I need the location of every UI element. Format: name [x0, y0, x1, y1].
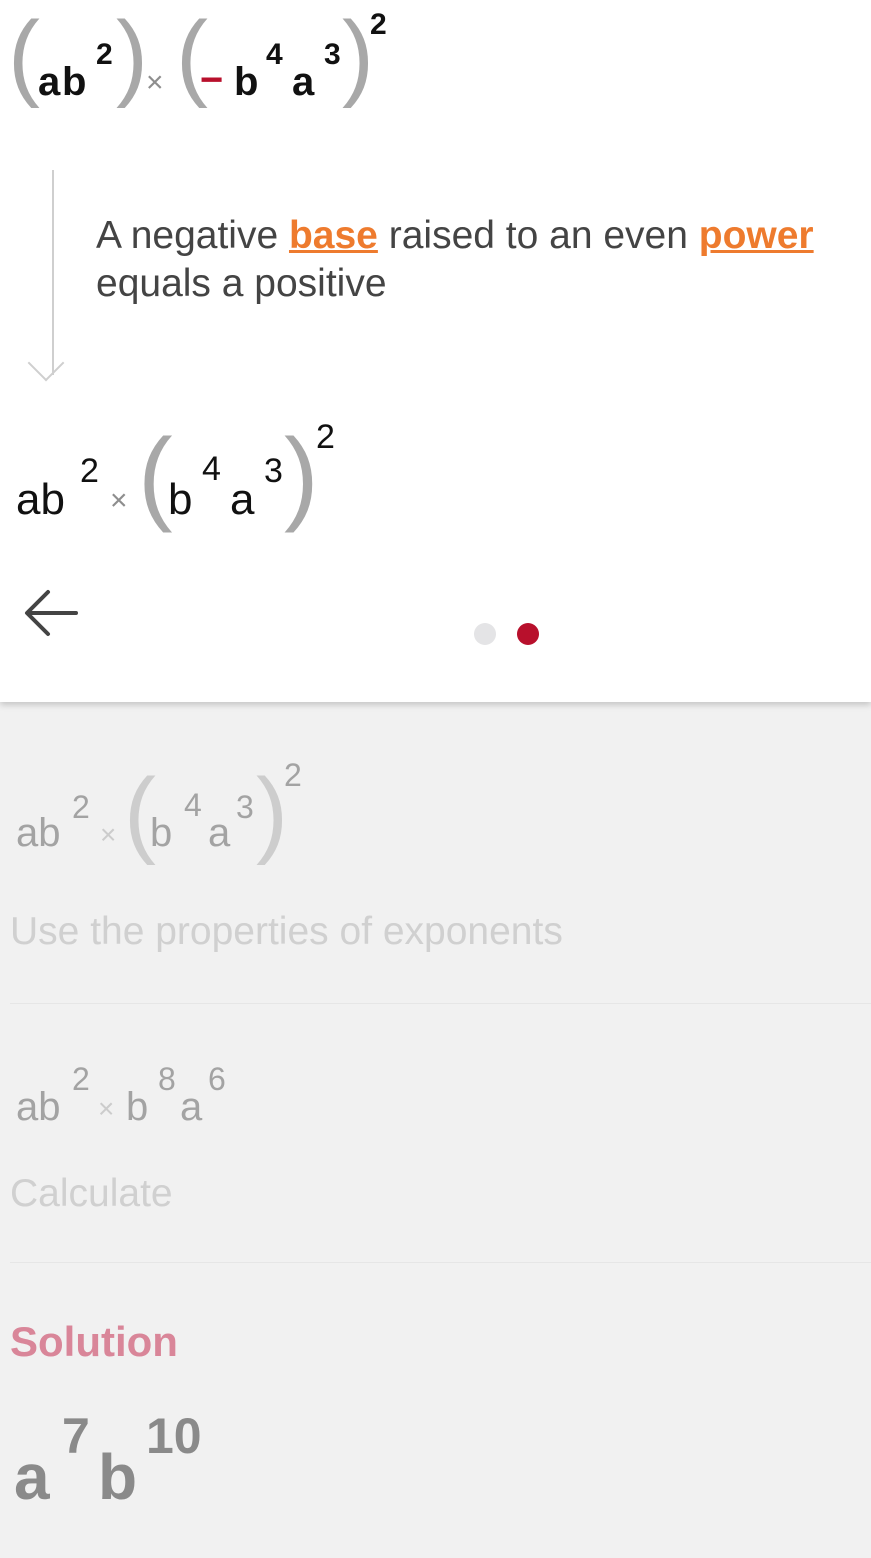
keyword-power-link[interactable]: power — [699, 214, 814, 257]
pager-dot-1[interactable] — [474, 623, 496, 645]
exponent-a-2: 3 — [324, 38, 341, 71]
term-b: b — [62, 60, 87, 104]
term-ab: ab — [16, 475, 65, 524]
term-b: b — [126, 1085, 149, 1129]
arrow-left-icon[interactable] — [22, 586, 80, 640]
times-sign: × — [110, 484, 128, 517]
exponent-b: 2 — [96, 38, 113, 71]
exponent-a: 3 — [236, 789, 254, 825]
outer-exponent: 2 — [284, 757, 302, 793]
close-paren: ) — [284, 418, 319, 534]
exponent-a: 6 — [208, 1061, 226, 1097]
step-2-description: Calculate — [10, 1172, 173, 1215]
exponent-b-2: 4 — [184, 787, 202, 823]
term-b: b — [98, 1441, 138, 1513]
negative-sign: − — [200, 58, 224, 102]
step-1-description: Use the properties of exponents — [10, 910, 563, 953]
step-arrow-line — [52, 170, 54, 375]
term-ab: ab — [16, 1085, 61, 1129]
step-detail-card: ( a b 2 ) × ( − b 4 a 3 ) 2 A negative b… — [0, 0, 871, 702]
outer-exponent: 2 — [316, 418, 335, 456]
times-sign: × — [100, 819, 117, 850]
explanation-text-3: equals a positive — [96, 262, 387, 305]
solution-label: Solution — [10, 1318, 178, 1365]
original-expression: ( a b 2 ) × ( − b 4 a 3 ) 2 — [0, 0, 871, 130]
exponent-b: 2 — [72, 789, 90, 825]
term-a: a — [180, 1085, 203, 1129]
result-expression: ab 2 × ( b 4 a 3 ) 2 — [0, 400, 871, 550]
term-ab: ab — [16, 811, 61, 855]
exponent-b-2: 4 — [266, 38, 283, 71]
exponent-b: 2 — [72, 1061, 90, 1097]
step-2-expression: ab 2 × b 8 a 6 — [0, 1055, 871, 1135]
step-explanation: A negative base raised to an even power … — [96, 212, 856, 308]
solution-expression: a 7 b 10 — [0, 1395, 871, 1525]
term-a: a — [230, 475, 255, 524]
exponent-b: 10 — [146, 1408, 202, 1464]
divider — [10, 1262, 871, 1263]
step-1-expression: ab 2 × ( b 4 a 3 ) 2 — [0, 755, 871, 885]
explanation-text-2: raised to an even — [377, 214, 699, 257]
exponent-b-2: 8 — [158, 1061, 176, 1097]
close-paren: ) — [116, 2, 148, 109]
outer-exponent: 2 — [370, 8, 387, 41]
term-a: a — [14, 1441, 50, 1513]
divider — [10, 1003, 871, 1004]
term-a-2: a — [292, 60, 315, 104]
term-b-2: b — [234, 60, 259, 104]
term-b: b — [168, 475, 193, 524]
explanation-text-1: A negative — [96, 214, 289, 257]
exponent-a: 3 — [264, 452, 283, 490]
times-sign: × — [146, 66, 164, 99]
times-sign: × — [98, 1093, 115, 1124]
down-arrow-icon — [27, 344, 65, 382]
exponent-b: 2 — [80, 452, 99, 490]
pager-dot-2-active[interactable] — [517, 623, 539, 645]
exponent-b-2: 4 — [202, 450, 221, 488]
keyword-base-link[interactable]: base — [289, 214, 378, 257]
exponent-a: 7 — [62, 1408, 90, 1464]
term-b: b — [150, 811, 173, 855]
term-a: a — [38, 60, 61, 104]
term-a: a — [208, 811, 231, 855]
open-paren: ( — [8, 2, 40, 109]
